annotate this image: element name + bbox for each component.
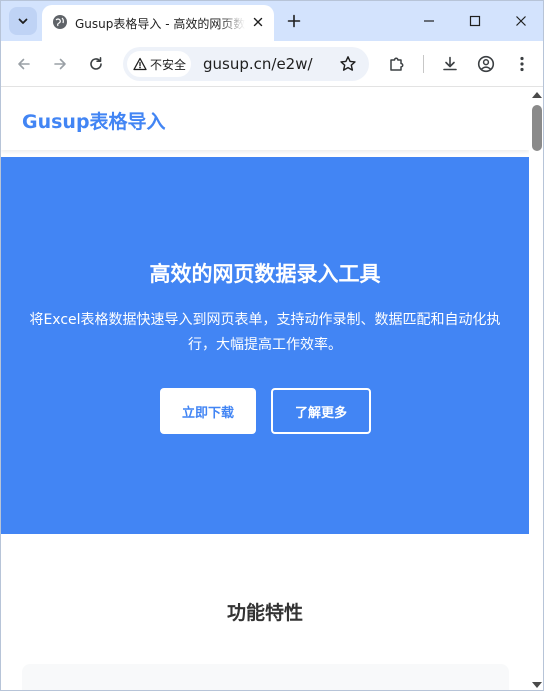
toolbar-divider [423,55,424,73]
chevron-down-icon [18,18,28,24]
scroll-up-arrow[interactable] [532,92,542,98]
new-tab-button[interactable] [284,11,304,31]
arrow-left-icon [18,58,30,70]
site-header: Gusup表格导入 [1,88,529,150]
hero-title: 高效的网页数据录入工具 [149,262,381,286]
browser-toolbar: 不安全 gusup.cn/e2w/ [1,41,543,87]
reload-icon [90,57,102,70]
profile-button[interactable] [473,51,499,77]
account-icon [477,55,495,73]
scroll-down-arrow[interactable] [532,682,542,688]
maximize-button[interactable] [461,7,489,35]
download-button[interactable]: 立即下载 [160,388,256,434]
address-bar[interactable]: 不安全 gusup.cn/e2w/ [123,47,369,81]
security-label: 不安全 [150,57,187,72]
extensions-button[interactable] [384,51,410,77]
star-icon[interactable] [339,55,357,73]
back-button[interactable] [11,51,37,77]
hero-section: 高效的网页数据录入工具 将Excel表格数据快速导入到网页表单，支持动作录制、数… [1,157,529,534]
tab-strip: Gusup表格导入 - 高效的网页数据录入工具 [1,1,543,41]
downloads-button[interactable] [437,51,463,77]
hero-description: 将Excel表格数据快速导入到网页表单，支持动作录制、数据匹配和自动化执行，大幅… [29,312,501,353]
tab-search-button[interactable] [9,7,37,35]
browser-window: Gusup表格导入 - 高效的网页数据录入工具 [0,0,544,691]
tab-close-button[interactable] [250,14,266,30]
close-icon [253,17,263,27]
feature-card [22,664,509,690]
minimize-button[interactable] [415,7,443,35]
minimize-icon [424,20,434,22]
features-heading: 功能特性 [226,602,303,624]
more-vert-icon [520,56,524,72]
browser-menu-button[interactable] [509,51,535,77]
tab-title: Gusup表格导入 - 高效的网页数据录入工具 [75,17,245,31]
site-logo[interactable]: Gusup表格导入 [22,107,166,134]
arrow-right-icon [54,58,66,70]
reload-button[interactable] [83,51,109,77]
page-scrollbar[interactable] [529,88,543,690]
close-icon [516,16,526,26]
forward-button[interactable] [47,51,73,77]
learn-more-button[interactable]: 了解更多 [271,388,371,434]
maximize-icon [469,15,481,27]
scroll-thumb[interactable] [532,105,542,151]
puzzle-icon [390,57,404,71]
tab-active[interactable]: Gusup表格导入 - 高效的网页数据录入工具 [42,5,274,41]
security-chip[interactable]: 不安全 [127,51,191,77]
globe-icon [53,15,67,29]
warning-icon [133,57,147,71]
close-window-button[interactable] [507,7,535,35]
download-icon [443,56,457,71]
url-text[interactable]: gusup.cn/e2w/ [203,55,313,73]
plus-icon [287,14,301,28]
page-viewport: Gusup表格导入 高效的网页数据录入工具 将Excel表格数据快速导入到网页表… [1,88,529,690]
